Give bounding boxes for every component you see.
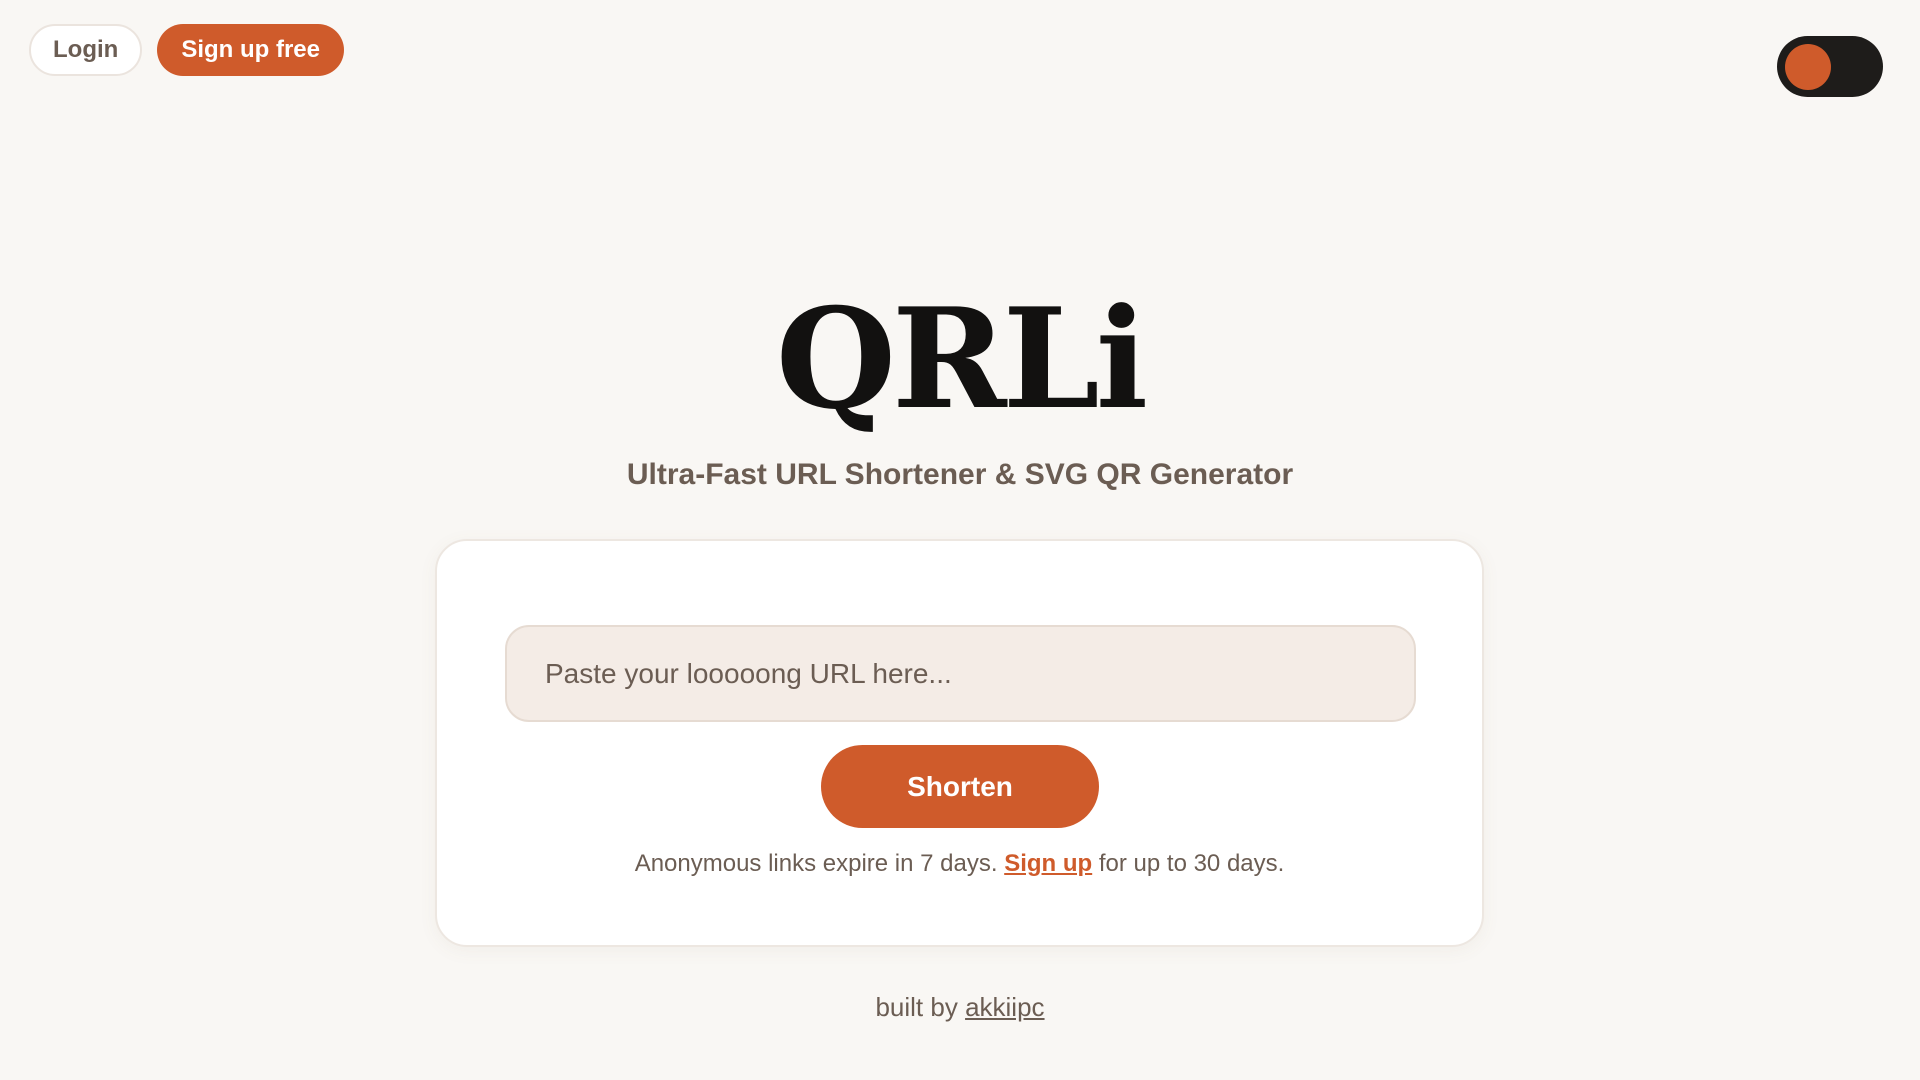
shorten-button[interactable]: Shorten — [821, 745, 1099, 828]
signup-link[interactable]: Sign up — [1004, 850, 1092, 877]
theme-toggle[interactable] — [1777, 36, 1883, 97]
footer-prefix: built by — [875, 992, 966, 1022]
logo-container: QRLi — [0, 290, 1920, 428]
url-input[interactable] — [505, 625, 1416, 722]
shorten-card: Shorten Anonymous links expire in 7 days… — [435, 539, 1484, 947]
top-nav: Login Sign up free — [29, 24, 344, 76]
author-link[interactable]: akkiipc — [965, 992, 1044, 1022]
expiry-note-suffix: for up to 30 days. — [1092, 850, 1285, 877]
footer: built by akkiipc — [0, 992, 1920, 1023]
expiry-note: Anonymous links expire in 7 days. Sign u… — [437, 850, 1482, 878]
login-button[interactable]: Login — [29, 24, 143, 76]
expiry-note-prefix: Anonymous links expire in 7 days. — [634, 850, 1005, 877]
theme-toggle-icon — [1785, 44, 1831, 90]
logo: QRLi — [775, 277, 1148, 440]
page-subtitle: Ultra-Fast URL Shortener & SVG QR Genera… — [626, 458, 1294, 491]
signup-free-button[interactable]: Sign up free — [157, 24, 344, 76]
